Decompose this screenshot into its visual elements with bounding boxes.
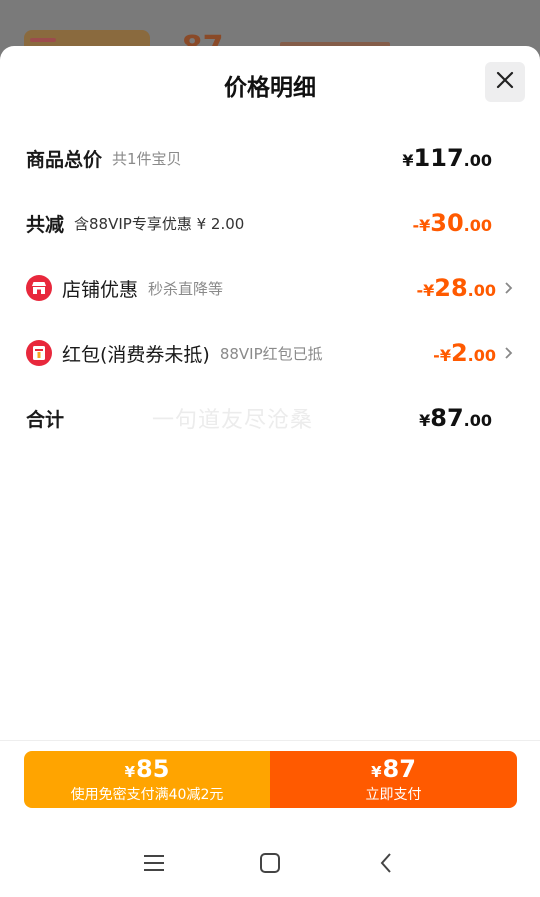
goods-count: 共1件宝贝 (112, 149, 182, 168)
watermark-text: 一句道友尽沧桑 (152, 408, 314, 433)
price-detail-sheet: 价格明细 商品总价 共1件宝贝 ¥117.00 共减 含88VIP专享优惠 ¥ … (0, 46, 540, 897)
shop-discount-amount: -¥ 28.00 (416, 274, 496, 302)
red-packet-icon (26, 340, 52, 366)
goods-total-amount: ¥117.00 (402, 144, 492, 172)
shop-discount-note: 秒杀直降等 (148, 279, 224, 298)
menu-icon[interactable] (141, 850, 167, 876)
chevron-right-icon (504, 346, 514, 360)
home-icon[interactable] (257, 850, 283, 876)
total-discount-amount: -¥ 30.00 (412, 209, 492, 237)
password-free-price: 85 (136, 754, 170, 783)
shop-icon (26, 275, 52, 301)
vip-discount-note: 含88VIP专享优惠 ¥ 2.00 (74, 214, 245, 233)
sheet-title: 价格明细 (224, 75, 316, 101)
total-discount-label: 共减 (26, 213, 65, 236)
close-button[interactable] (485, 62, 525, 102)
sum-amount: ¥87.00 (419, 404, 492, 432)
row-shop-discount[interactable]: 店铺优惠 秒杀直降等 -¥ 28.00 (26, 268, 514, 308)
sum-label: 合计 (26, 408, 65, 431)
close-icon (495, 70, 515, 94)
row-goods-total: 商品总价 共1件宝贝 ¥117.00 (26, 138, 514, 178)
password-free-pay-button[interactable]: ¥85 使用免密支付满40减2元 (24, 751, 270, 808)
row-red-packet[interactable]: 红包(消费券未抵) 88VIP红包已抵 -¥ 2.00 (26, 333, 514, 373)
shop-discount-label: 店铺优惠 (62, 278, 139, 301)
back-icon[interactable] (373, 850, 399, 876)
pay-now-button[interactable]: ¥87 立即支付 (270, 751, 517, 808)
password-free-label: 使用免密支付满40减2元 (70, 786, 224, 803)
goods-total-label: 商品总价 (26, 148, 103, 171)
system-navigation-bar (0, 830, 540, 897)
red-packet-label: 红包(消费券未抵) (62, 343, 210, 366)
pay-now-label: 立即支付 (365, 786, 422, 803)
divider (0, 740, 540, 741)
pay-now-price: 87 (382, 754, 416, 783)
row-total-discount: 共减 含88VIP专享优惠 ¥ 2.00 -¥ 30.00 (26, 203, 514, 243)
red-packet-note: 88VIP红包已抵 (219, 344, 323, 363)
chevron-right-icon (504, 281, 514, 295)
red-packet-amount: -¥ 2.00 (433, 339, 496, 367)
